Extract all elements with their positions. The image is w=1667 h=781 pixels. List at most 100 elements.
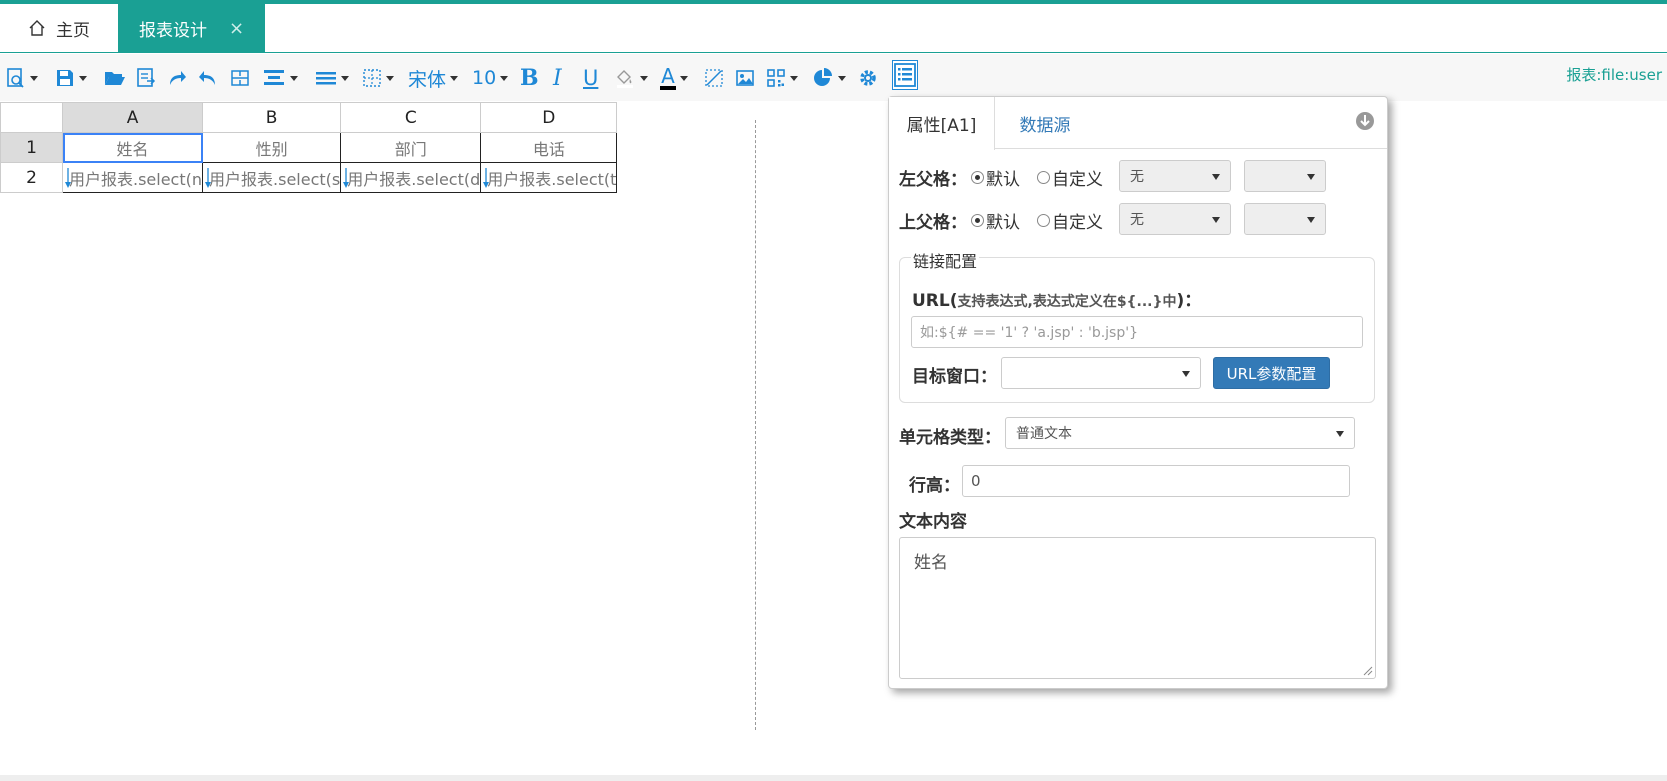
tab-report-design[interactable]: 报表设计 × [118,4,265,52]
cell-a2-text: 用户报表.select(n [69,169,203,189]
expand-down-icon [205,168,212,188]
url-params-button[interactable]: URL参数配置 [1213,357,1330,389]
chart-button[interactable] [812,63,846,93]
merge-cells-icon [231,70,249,86]
corner-cell[interactable] [0,102,63,133]
font-color-swatch [660,86,676,90]
left-parent-custom-radio[interactable]: 自定义 [1037,165,1103,190]
font-size-select[interactable]: 10 [472,63,509,93]
radio-checked-icon [971,171,984,184]
cell-c2[interactable]: 用户报表.select(d [340,162,482,193]
align-button[interactable] [262,63,298,93]
collapse-down-icon[interactable] [1355,111,1375,131]
qrcode-button[interactable] [766,63,798,93]
top-parent-label: 上父格： [899,213,967,233]
top-parent-select-value: 无 [1130,212,1144,228]
insert-image-button[interactable] [735,63,755,93]
line-style-button[interactable] [315,63,349,93]
target-window-label: 目标窗口： [912,367,997,387]
bold-button[interactable]: B [520,63,539,93]
column-header-a[interactable]: A [61,102,204,133]
chevron-down-icon [1212,174,1220,180]
italic-button[interactable]: I [553,63,562,93]
font-color-button[interactable]: A [660,63,688,93]
italic-icon: I [553,65,562,91]
top-parent-custom-radio[interactable]: 自定义 [1037,208,1103,233]
tab-home-label: 主页 [56,20,90,41]
url-input-placeholder: 如:${# == '1' ? 'a.jsp' : 'b.jsp'} [920,325,1138,341]
preview-button[interactable] [6,63,38,93]
chevron-down-icon [838,75,846,81]
tab-bar: 主页 报表设计 × [0,4,1667,53]
column-header-b[interactable]: B [202,102,342,133]
top-parent-default-label: 默认 [986,213,1020,233]
chevron-down-icon [790,75,798,81]
close-icon[interactable]: × [229,18,244,39]
tab-home[interactable]: 主页 [0,4,118,52]
left-parent-cell-select[interactable] [1244,160,1326,192]
line-style-icon [316,72,336,85]
top-parent-cell-select[interactable] [1244,203,1326,235]
cell-c1[interactable]: 部门 [340,132,482,163]
expand-down-icon [343,168,350,188]
underline-button[interactable]: U [583,63,598,93]
cell-d2[interactable]: 用户报表.select(t [480,162,618,193]
clear-format-button[interactable] [704,63,724,93]
chevron-down-icon [1307,174,1315,180]
qrcode-icon [767,69,785,87]
undo-button[interactable] [198,63,218,93]
paint-bucket-icon [617,70,633,88]
url-label-suffix: )： [1176,291,1202,311]
left-parent-default-radio[interactable]: 默认 [971,165,1020,190]
underline-icon: U [583,66,599,90]
cell-type-select[interactable]: 普通文本 [1005,417,1355,449]
tab-report-design-label: 报表设计 [138,20,207,41]
redo-button[interactable] [167,63,187,93]
row-header-1[interactable]: 1 [0,132,63,163]
preview-icon [7,68,24,88]
cell-d1[interactable]: 电话 [480,132,618,163]
cell-a1[interactable]: 姓名 [61,132,204,163]
left-parent-label: 左父格： [899,170,967,190]
font-family-value: 宋体 [408,68,447,91]
cell-b2-text: 用户报表.select(s [209,169,341,189]
chevron-down-icon [1212,217,1220,223]
cell-d2-text: 用户报表.select(t [487,169,617,189]
cell-b1[interactable]: 性别 [202,132,342,163]
url-input[interactable]: 如:${# == '1' ? 'a.jsp' : 'b.jsp'} [911,316,1363,348]
radio-checked-icon [971,214,984,227]
open-button[interactable] [104,63,126,93]
top-parent-select[interactable]: 无 [1119,203,1231,235]
chevron-down-icon [500,75,509,81]
row-height-input[interactable]: 0 [962,465,1350,497]
tab-datasource[interactable]: 数据源 [995,97,1095,150]
tab-attributes[interactable]: 属性[A1] [889,97,995,150]
left-parent-select-value: 无 [1130,169,1144,185]
cell-b2[interactable]: 用户报表.select(s [202,162,342,193]
top-parent-default-radio[interactable]: 默认 [971,208,1020,233]
fill-color-button[interactable] [614,63,648,93]
target-window-select[interactable] [1001,357,1201,389]
column-header-c[interactable]: C [340,102,482,133]
column-header-d[interactable]: D [480,102,618,133]
border-button[interactable] [362,63,394,93]
chevron-down-icon [79,75,87,81]
merge-cells-button[interactable] [230,63,250,93]
clear-format-icon [705,69,723,87]
font-family-select[interactable]: 宋体 [408,63,459,93]
settings-button[interactable] [858,63,878,93]
chevron-down-icon [386,75,394,81]
save-icon [57,70,73,86]
bold-icon: B [520,65,539,91]
save-button[interactable] [55,63,87,93]
toolbar: 宋体 10 B I U A [0,54,1667,101]
text-content-textarea[interactable]: 姓名 [899,537,1376,679]
cell-a2[interactable]: 用户报表.select(n [61,162,204,193]
cell-type-select-value: 普通文本 [1016,426,1072,442]
resize-grip-icon[interactable] [1363,666,1373,676]
left-parent-select[interactable]: 无 [1119,160,1231,192]
radio-unchecked-icon [1037,171,1050,184]
property-panel-toggle[interactable] [892,60,918,90]
export-button[interactable] [136,63,156,93]
row-header-2[interactable]: 2 [0,162,63,193]
